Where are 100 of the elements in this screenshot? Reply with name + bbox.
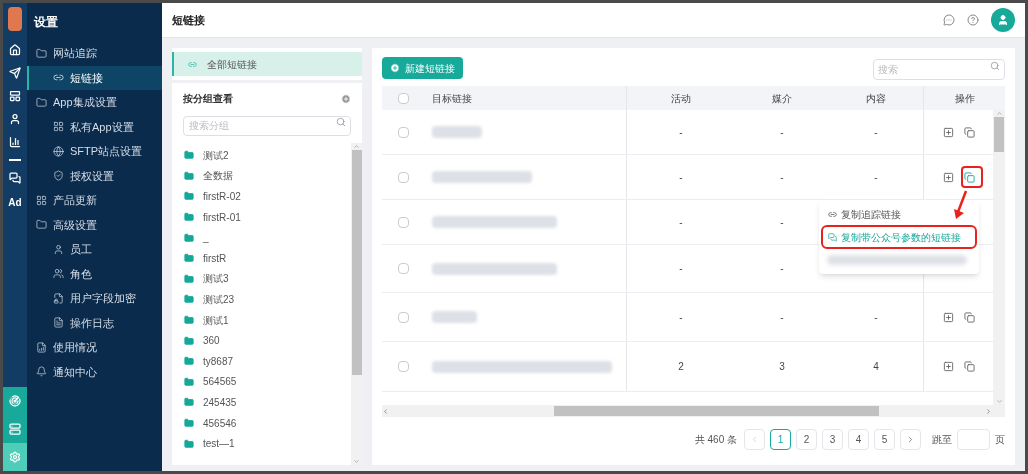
nav-item[interactable]: App集成设置 — [27, 90, 162, 115]
scroll-up-icon[interactable] — [353, 143, 360, 150]
nav-subitem[interactable]: 操作日志 — [27, 310, 162, 335]
group-item[interactable]: firstR-02 — [203, 189, 241, 204]
add-to-group-icon[interactable] — [942, 311, 954, 323]
table-cell-text: - — [874, 310, 878, 325]
user-icon — [53, 243, 64, 255]
folder-icon — [36, 219, 47, 231]
group-item[interactable]: 456546 — [203, 415, 237, 431]
group-item[interactable]: 全数据 — [203, 168, 233, 184]
group-item[interactable]: 测试2 — [203, 147, 229, 163]
nav-subitem[interactable]: 用户字段加密 — [27, 286, 162, 311]
highlight-frame — [961, 166, 983, 188]
group-item[interactable]: _ — [203, 230, 209, 246]
page-button[interactable]: 4 — [848, 429, 869, 450]
send-icon[interactable] — [9, 67, 21, 79]
table-cell-text: - — [679, 262, 683, 276]
copy-icon[interactable] — [963, 361, 975, 372]
locked-file-icon — [53, 292, 64, 304]
nav-subitem[interactable]: 角色 — [27, 261, 162, 286]
all-links-item[interactable]: 全部短链接 — [172, 52, 362, 76]
help-icon[interactable] — [967, 14, 979, 26]
folder-icon — [184, 150, 194, 161]
user-icon[interactable] — [9, 113, 21, 125]
nav-item[interactable]: 使用情况 — [27, 335, 162, 360]
nav-subitem[interactable]: 员工 — [27, 237, 162, 262]
menu-item[interactable]: 复制追踪链接 — [823, 204, 975, 224]
add-to-group-icon[interactable] — [942, 171, 954, 183]
message-icon[interactable] — [943, 14, 955, 26]
scroll-thumb[interactable] — [554, 406, 879, 416]
folder-icon — [184, 191, 194, 202]
group-scrollbar[interactable] — [351, 143, 362, 465]
row-checkbox[interactable] — [397, 126, 409, 138]
scroll-thumb[interactable] — [351, 150, 362, 375]
row-checkbox[interactable] — [397, 171, 409, 183]
group-item[interactable]: 245435 — [203, 394, 237, 410]
server-button[interactable] — [3, 415, 27, 443]
search-field[interactable]: 搜索 — [873, 59, 1005, 80]
group-item[interactable]: 测试23 — [203, 291, 235, 307]
layout-icon[interactable] — [9, 90, 21, 102]
bell-icon — [36, 366, 47, 378]
group-item[interactable]: firstR-01 — [203, 209, 241, 225]
copy-icon[interactable] — [963, 126, 975, 138]
page-button[interactable]: 5 — [874, 429, 895, 450]
avatar[interactable] — [991, 8, 1015, 32]
scroll-down-icon[interactable] — [353, 458, 360, 465]
settings-icon — [9, 451, 21, 463]
scroll-thumb[interactable] — [994, 117, 1004, 152]
prev-page-button[interactable] — [744, 429, 765, 450]
scroll-down-icon[interactable] — [995, 398, 1003, 405]
grid-icon — [53, 121, 64, 133]
logo-icon — [8, 7, 22, 31]
nav-subitem[interactable]: 授权设置 — [27, 163, 162, 188]
nav-subitem[interactable]: 私有App设置 — [27, 114, 162, 139]
group-item[interactable]: 564565 — [203, 374, 237, 390]
folder-icon — [184, 170, 194, 181]
row-checkbox[interactable] — [397, 311, 409, 323]
scroll-left-icon[interactable] — [382, 407, 389, 415]
chat-icon[interactable] — [9, 171, 21, 184]
link-icon — [828, 209, 837, 219]
nav-item[interactable]: 通知中心 — [27, 359, 162, 384]
group-item[interactable]: 测试3 — [203, 271, 229, 287]
home-icon[interactable] — [9, 44, 21, 56]
ad-link[interactable]: Ad — [8, 194, 22, 210]
page-button[interactable]: 2 — [796, 429, 817, 450]
group-item[interactable]: ty8687 — [203, 353, 234, 369]
chat-icon — [828, 232, 837, 242]
nav-item[interactable]: 产品更新 — [27, 188, 162, 213]
select-all-checkbox[interactable] — [397, 92, 409, 104]
table-horizontal-scrollbar[interactable] — [382, 405, 1005, 417]
folder-icon — [184, 356, 194, 367]
add-to-group-icon[interactable] — [942, 126, 954, 138]
table-vertical-scrollbar[interactable] — [993, 110, 1005, 405]
grid-icon — [36, 194, 47, 206]
group-item[interactable]: firstR — [203, 250, 227, 266]
bar-chart-icon[interactable] — [9, 136, 21, 148]
group-item[interactable]: 360 — [203, 333, 220, 349]
group-item[interactable]: test—1 — [203, 436, 235, 452]
row-checkbox[interactable] — [397, 263, 409, 274]
scroll-up-icon[interactable] — [995, 110, 1003, 117]
add-group-icon[interactable] — [341, 93, 351, 104]
row-checkbox[interactable] — [397, 361, 409, 372]
nav-subitem[interactable]: SFTP站点设置 — [27, 139, 162, 164]
row-checkbox[interactable] — [397, 216, 409, 228]
search-icon — [990, 61, 1000, 71]
nav-item[interactable]: 高级设置 — [27, 212, 162, 237]
next-page-button[interactable] — [900, 429, 921, 450]
settings-button[interactable] — [3, 443, 27, 471]
scroll-right-icon[interactable] — [985, 407, 992, 415]
table-cell-text: 2 — [678, 360, 684, 374]
copy-icon[interactable] — [963, 171, 975, 183]
page-number-field[interactable] — [957, 429, 990, 450]
page-button[interactable]: 3 — [822, 429, 843, 450]
nav-subitem[interactable]: 短链接 — [27, 65, 162, 90]
column-header: 内容 — [866, 91, 886, 106]
group-item[interactable]: 测试1 — [203, 312, 229, 328]
nav-item[interactable]: 网站追踪 — [27, 41, 162, 66]
add-to-group-icon[interactable] — [942, 361, 954, 372]
copy-icon[interactable] — [963, 311, 975, 323]
radar-button[interactable] — [3, 387, 27, 415]
